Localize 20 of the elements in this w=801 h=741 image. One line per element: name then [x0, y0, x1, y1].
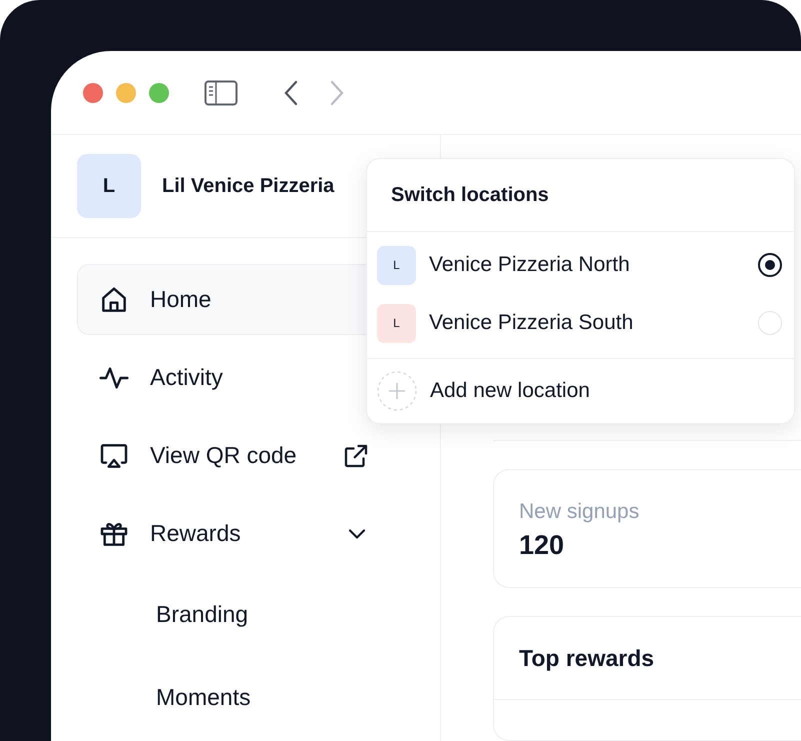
location-name: Venice Pizzeria North	[429, 253, 631, 277]
zoom-icon[interactable]	[149, 82, 169, 102]
stat-value: 120	[519, 530, 566, 561]
location-name: Venice Pizzeria South	[429, 311, 634, 335]
location-avatar: L	[377, 246, 416, 284]
stat-label: New signups	[519, 500, 640, 524]
close-icon[interactable]	[83, 82, 103, 102]
nav-subitem[interactable]: Moments	[77, 659, 392, 735]
plus-icon	[377, 371, 417, 411]
menu-title: Switch locations	[391, 184, 549, 206]
nav-subitem[interactable]: Branding	[77, 576, 392, 652]
radio-button[interactable]	[758, 253, 782, 277]
nav-item[interactable]: Rewards	[77, 498, 392, 569]
sidebar-toggle-button[interactable]	[204, 80, 238, 106]
minimize-icon[interactable]	[116, 82, 136, 102]
card-title: Top rewards	[519, 644, 654, 672]
account-avatar: L	[77, 154, 141, 218]
account-name[interactable]: Lil Venice Pizzeria	[162, 174, 334, 198]
location-avatar: L	[377, 304, 416, 342]
nav-item[interactable]: View QR code	[77, 420, 392, 491]
